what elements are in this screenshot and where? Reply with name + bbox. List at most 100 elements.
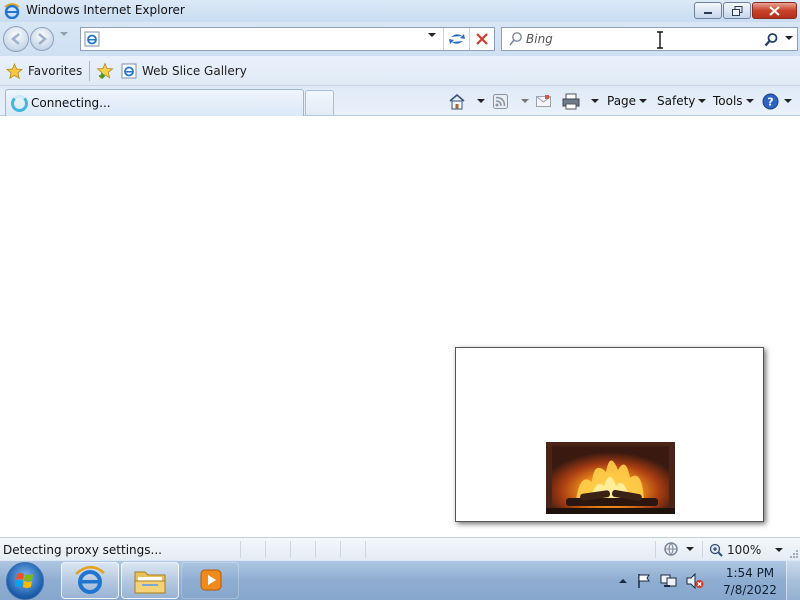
navigation-bar — [0, 22, 800, 56]
clock-time: 1:54 PM — [725, 566, 775, 580]
show-hidden-icons-icon[interactable] — [618, 576, 628, 586]
status-separator — [655, 541, 656, 558]
ie-page-icon — [121, 63, 137, 79]
status-separator — [240, 541, 241, 558]
search-options-dropdown-icon[interactable] — [785, 36, 793, 40]
taskbar: 1:54 PM 7/8/2022 — [0, 560, 800, 600]
taskbar-windows-media-player[interactable] — [181, 562, 239, 599]
home-icon — [449, 93, 465, 109]
folder-icon — [134, 571, 166, 594]
address-input[interactable] — [103, 30, 433, 48]
protected-mode-icon[interactable] — [663, 541, 679, 557]
clock-date: 7/8/2022 — [723, 583, 777, 597]
start-button[interactable] — [6, 562, 44, 600]
status-bar: Detecting proxy settings... 100% — [0, 537, 800, 560]
page-menu[interactable]: Page — [607, 92, 648, 110]
internet-explorer-icon — [75, 566, 105, 594]
network-icon[interactable] — [660, 573, 678, 589]
search-bar — [501, 27, 798, 51]
favorites-star-icon — [6, 62, 23, 79]
stop-icon[interactable] — [475, 32, 489, 46]
status-separator — [340, 541, 341, 558]
address-separator — [469, 28, 470, 50]
add-to-favorites-bar-icon[interactable] — [96, 62, 114, 80]
fireplace-image — [546, 442, 675, 514]
restore-icon — [731, 5, 742, 16]
feeds-button[interactable] — [493, 92, 529, 110]
tab-connecting[interactable]: Connecting... — [5, 89, 304, 116]
resize-grip-icon[interactable] — [789, 549, 799, 559]
safety-menu[interactable]: Safety — [657, 92, 707, 110]
compatibility-view-icon[interactable] — [448, 31, 466, 47]
status-text: Detecting proxy settings... — [3, 543, 162, 557]
window-title: Windows Internet Explorer — [26, 3, 185, 17]
volume-muted-icon[interactable] — [686, 573, 704, 589]
feeds-icon — [493, 93, 508, 109]
page-content — [0, 117, 800, 537]
tab-label: Connecting... — [31, 96, 111, 110]
print-icon — [562, 93, 580, 109]
print-dropdown-icon[interactable] — [591, 99, 599, 103]
window-controls — [694, 2, 797, 19]
status-separator — [265, 541, 266, 558]
tools-menu-label: Tools — [713, 94, 743, 108]
favorites-item-web-slice-gallery[interactable]: Web Slice Gallery — [121, 61, 247, 81]
print-button[interactable] — [562, 92, 599, 110]
address-bar — [80, 27, 495, 51]
mail-icon — [536, 95, 551, 107]
search-icon[interactable] — [763, 32, 779, 48]
close-button[interactable] — [752, 2, 797, 19]
address-separator — [443, 28, 444, 50]
action-center-flag-icon[interactable] — [636, 573, 652, 589]
new-tab-button[interactable] — [305, 90, 334, 115]
page-menu-label: Page — [607, 94, 637, 108]
help-button[interactable]: ? — [762, 92, 792, 110]
minimize-button[interactable] — [694, 2, 722, 19]
help-dropdown-icon[interactable] — [784, 99, 792, 103]
home-button[interactable] — [448, 92, 485, 110]
minimize-icon — [704, 11, 712, 14]
show-desktop-button[interactable] — [786, 561, 800, 600]
loading-spinner-icon — [11, 95, 28, 112]
recent-pages-dropdown-icon[interactable] — [60, 32, 68, 36]
zoom-level: 100% — [727, 542, 762, 557]
chevron-down-icon — [639, 99, 648, 103]
popup-window[interactable] — [455, 347, 764, 522]
favorites-bar: Favorites Web Slice Gallery — [0, 56, 800, 86]
status-separator — [365, 541, 366, 558]
restore-button[interactable] — [723, 2, 751, 19]
favorites-label: Favorites — [28, 64, 83, 78]
back-button[interactable] — [3, 26, 29, 52]
text-cursor-icon — [657, 31, 663, 49]
forward-button[interactable] — [30, 27, 54, 51]
forward-arrow-icon — [38, 33, 47, 45]
status-separator — [702, 541, 703, 558]
read-mail-button[interactable] — [536, 92, 551, 110]
taskbar-windows-explorer[interactable] — [121, 562, 179, 599]
notification-area — [618, 571, 704, 591]
ie-page-icon — [84, 31, 100, 47]
taskbar-internet-explorer[interactable] — [61, 562, 119, 599]
home-dropdown-icon[interactable] — [477, 99, 485, 103]
media-player-icon — [200, 569, 222, 591]
back-arrow-icon — [11, 33, 20, 45]
svg-text:?: ? — [767, 95, 773, 108]
zoom-control[interactable]: 100% — [709, 541, 784, 558]
tab-command-bar: Connecting... Page Safety Tools ? — [0, 86, 800, 116]
title-bar: Windows Internet Explorer — [0, 0, 800, 22]
help-icon: ? — [762, 93, 779, 109]
favorites-separator — [89, 61, 90, 81]
chevron-down-icon — [698, 99, 707, 103]
security-dropdown-icon[interactable] — [686, 547, 694, 551]
favorites-button[interactable]: Favorites — [6, 61, 82, 81]
zoom-icon — [709, 543, 723, 557]
tools-menu[interactable]: Tools — [713, 92, 754, 110]
clock[interactable]: 1:54 PM 7/8/2022 — [718, 565, 782, 599]
bing-search-icon — [509, 32, 522, 46]
search-input[interactable] — [526, 30, 726, 48]
address-dropdown-icon[interactable] — [428, 33, 436, 37]
close-icon — [769, 5, 780, 16]
zoom-dropdown-icon[interactable] — [775, 547, 784, 552]
status-separator — [315, 541, 316, 558]
feeds-dropdown-icon[interactable] — [521, 99, 529, 103]
